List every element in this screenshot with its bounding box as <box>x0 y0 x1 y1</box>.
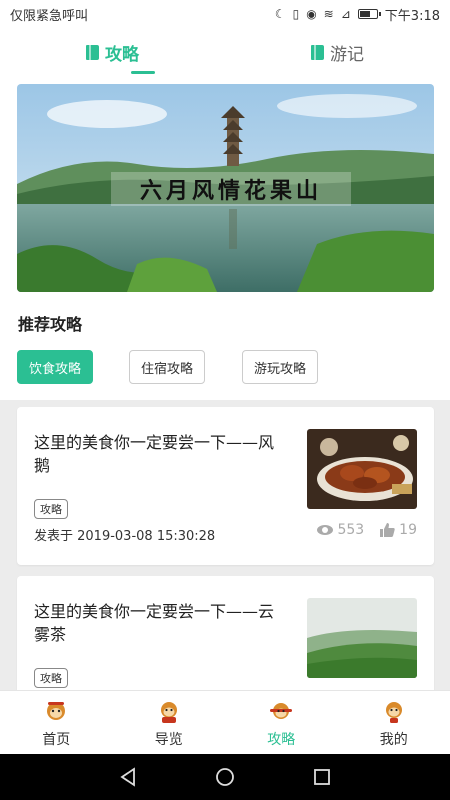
carrier-text: 仅限紧急呼叫 <box>10 8 89 24</box>
nav-home[interactable]: 首页 <box>0 691 113 754</box>
tab-guide[interactable]: 攻略 <box>0 28 225 76</box>
guide-header: 六月风情花果山 推荐攻略 饮食攻略 住宿攻略 游玩攻略 <box>0 76 450 400</box>
like-count-value: 19 <box>399 522 417 538</box>
wifi-icon: ≋ <box>323 7 334 21</box>
nav-mine[interactable]: 我的 <box>338 691 450 754</box>
active-tab-indicator <box>130 71 155 74</box>
nav-guide-map-label: 导览 <box>154 732 183 748</box>
article-thumbnail <box>307 429 417 509</box>
view-count-value: 553 <box>337 522 365 538</box>
article-title: 这里的美食你一定要尝一下——风鹅 <box>34 433 275 475</box>
banner-title: 六月风情花果山 <box>111 172 351 206</box>
system-nav-bar <box>0 754 450 800</box>
monkey-guide-icon <box>160 702 177 723</box>
thumbs-up-icon <box>380 523 395 537</box>
tab-travelogue[interactable]: 游记 <box>225 28 450 76</box>
recents-square-icon[interactable] <box>311 766 333 788</box>
tab-guide-label: 攻略 <box>105 44 139 65</box>
monkey-guide-active-icon <box>270 703 293 719</box>
like-count[interactable]: 19 <box>380 522 417 538</box>
nav-home-label: 首页 <box>42 732 71 748</box>
monkey-profile-icon <box>385 702 402 723</box>
bottom-nav: 首页 导览 攻略 我的 <box>0 690 450 754</box>
banner-carousel[interactable]: 六月风情花果山 <box>17 84 434 292</box>
book-icon <box>86 44 99 60</box>
article-stats: 553 19 <box>317 522 417 538</box>
clock: 下午3:18 <box>384 8 440 24</box>
nav-mine-label: 我的 <box>379 732 408 748</box>
home-circle-icon[interactable] <box>214 766 236 788</box>
status-bar: 仅限紧急呼叫 ☾ ▯ ◉ ≋ ⊿ 下午3:18 <box>0 0 450 28</box>
back-icon[interactable] <box>117 766 139 788</box>
article-title: 这里的美食你一定要尝一下——云雾茶 <box>34 602 275 644</box>
monkey-home-icon <box>47 702 66 720</box>
filter-food-button[interactable]: 饮食攻略 <box>17 350 93 384</box>
filter-sightseeing-button[interactable]: 游玩攻略 <box>242 350 318 384</box>
section-title: 推荐攻略 <box>18 315 83 334</box>
tab-travelogue-label: 游记 <box>330 44 364 65</box>
article-date: 发表于 2019-03-08 15:30:28 <box>34 529 216 544</box>
nav-guide[interactable]: 攻略 <box>225 691 338 754</box>
article-thumbnail <box>307 598 417 678</box>
book-icon <box>311 44 324 60</box>
nav-guide-map[interactable]: 导览 <box>113 691 226 754</box>
filter-lodging-button[interactable]: 住宿攻略 <box>129 350 205 384</box>
article-tag: 攻略 <box>34 668 68 688</box>
top-tabs: 攻略 游记 <box>0 28 450 76</box>
article-card[interactable]: 这里的美食你一定要尝一下——风鹅 攻略 发表于 2019-03-08 15:30… <box>17 407 434 565</box>
battery-icon <box>357 9 381 19</box>
view-count: 553 <box>317 522 364 538</box>
moon-icon: ☾ <box>274 7 286 21</box>
nav-guide-label: 攻略 <box>267 732 296 748</box>
eye-care-icon: ◉ <box>306 7 317 21</box>
no-signal-icon: ⊿ <box>340 7 351 21</box>
article-tag: 攻略 <box>34 499 68 519</box>
eye-icon <box>317 525 334 535</box>
status-icons: ☾ ▯ ◉ ≋ ⊿ 下午3:18 <box>275 5 440 24</box>
vibrate-icon: ▯ <box>292 7 300 21</box>
